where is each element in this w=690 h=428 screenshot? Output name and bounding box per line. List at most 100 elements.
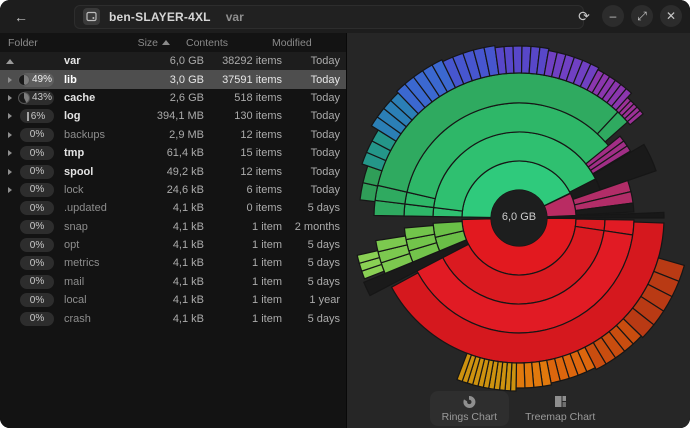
table-row[interactable]: 0%metrics4,1 kB1 item5 days (0, 254, 346, 272)
folder-contents: 0 items (204, 202, 282, 214)
ring-segment[interactable] (504, 46, 514, 73)
expand-icon[interactable] (8, 132, 12, 138)
folder-name[interactable]: snap (64, 221, 138, 233)
table-row[interactable]: 0%snap4,1 kB1 item2 months (0, 218, 346, 236)
window-controls: ⟳ – ⤢ ✕ (573, 5, 682, 27)
usage-bar-icon (27, 112, 29, 121)
table-row[interactable]: 0%mail4,1 kB1 item5 days (0, 273, 346, 291)
expand-icon[interactable] (8, 187, 12, 193)
folder-modified: Today (282, 166, 340, 178)
column-folder[interactable]: Folder (8, 37, 100, 49)
folder-name[interactable]: spool (64, 166, 138, 178)
table-row[interactable]: 0%crash4,1 kB1 item5 days (0, 309, 346, 327)
folder-size: 394,1 MB (138, 110, 204, 122)
folder-name[interactable]: backups (64, 129, 138, 141)
breadcrumb[interactable]: ben-SLAYER-4XL var (74, 5, 584, 29)
rings-chart-icon (461, 395, 477, 409)
folder-contents: 1 item (204, 239, 282, 251)
folder-size: 4,1 kB (138, 221, 204, 233)
expand-icon[interactable] (8, 113, 12, 119)
column-modified[interactable]: Modified (258, 37, 340, 49)
folder-contents: 1 item (204, 294, 282, 306)
restore-button[interactable]: ⤢ (631, 5, 653, 27)
usage-percent-value: 0% (30, 313, 44, 324)
usage-percent-cell: 0% (20, 293, 57, 307)
column-contents[interactable]: Contents (174, 37, 258, 49)
usage-pie-icon (18, 74, 30, 86)
ring-segment[interactable] (513, 46, 522, 73)
usage-percent-pill: 0% (20, 128, 54, 142)
sort-ascending-icon[interactable] (162, 40, 170, 45)
minimize-button[interactable]: – (602, 5, 624, 27)
expand-icon[interactable] (8, 169, 12, 175)
folder-size: 61,4 kB (138, 147, 204, 159)
treemap-chart-button[interactable]: Treemap Chart (513, 391, 607, 426)
folder-name[interactable]: lock (64, 184, 138, 196)
usage-percent-cell: 6% (20, 109, 57, 123)
refresh-button[interactable]: ⟳ (573, 5, 595, 27)
ring-segment[interactable] (524, 362, 534, 387)
folder-name[interactable]: metrics (64, 257, 138, 269)
folder-contents: 1 item (204, 313, 282, 325)
folder-name[interactable]: mail (64, 276, 138, 288)
usage-pie-icon (18, 92, 30, 104)
usage-percent-pill: 6% (20, 109, 54, 123)
usage-percent-cell: 49% (20, 73, 57, 87)
ring-segment[interactable] (516, 363, 525, 388)
back-button[interactable]: ← (8, 6, 34, 28)
folder-contents: 15 items (204, 147, 282, 159)
folder-name[interactable]: var (64, 55, 138, 67)
folder-size: 4,1 kB (138, 239, 204, 251)
table-row[interactable]: 0%spool49,2 kB12 itemsToday (0, 162, 346, 180)
folder-contents: 12 items (204, 129, 282, 141)
table-row[interactable]: 0%lock24,6 kB6 itemsToday (0, 181, 346, 199)
folder-name[interactable]: opt (64, 239, 138, 251)
column-size[interactable]: Size (100, 37, 158, 49)
folder-modified: 5 days (282, 276, 340, 288)
folder-size: 4,1 kB (138, 276, 204, 288)
expand-icon[interactable] (8, 95, 12, 101)
folder-modified: 2 months (282, 221, 340, 233)
usage-percent-value: 0% (30, 203, 44, 214)
folder-name[interactable]: tmp (64, 147, 138, 159)
folder-name[interactable]: local (64, 294, 138, 306)
folder-contents: 37591 items (204, 74, 282, 86)
expand-icon[interactable] (8, 77, 12, 83)
rings-chart[interactable] (347, 33, 690, 428)
table-row[interactable]: 6%log394,1 MB130 itemsToday (0, 107, 346, 125)
table-row[interactable]: var6,0 GB38292 itemsToday (0, 52, 346, 70)
usage-percent-cell: 0% (20, 220, 57, 234)
folder-name[interactable]: lib (64, 74, 138, 86)
back-icon: ← (14, 9, 28, 25)
folder-size: 4,1 kB (138, 294, 204, 306)
close-button[interactable]: ✕ (660, 5, 682, 27)
table-row[interactable]: 49%lib3,0 GB37591 itemsToday (0, 70, 346, 88)
refresh-icon: ⟳ (578, 8, 590, 25)
folder-modified: 5 days (282, 239, 340, 251)
folder-name[interactable]: log (64, 110, 138, 122)
folder-name[interactable]: crash (64, 313, 138, 325)
treemap-chart-icon (552, 395, 568, 409)
folder-contents: 6 items (204, 184, 282, 196)
collapse-icon[interactable] (6, 59, 14, 64)
table-row[interactable]: 0%tmp61,4 kB15 itemsToday (0, 144, 346, 162)
table-row[interactable]: 0% .updated4,1 kB0 items5 days (0, 199, 346, 217)
folder-name[interactable]: cache (64, 92, 138, 104)
table-row[interactable]: 0%opt4,1 kB1 item5 days (0, 236, 346, 254)
table-row[interactable]: 43%cache2,6 GB518 itemsToday (0, 89, 346, 107)
usage-percent-pill: 0% (20, 183, 54, 197)
folder-size: 2,9 MB (138, 129, 204, 141)
folder-modified: 5 days (282, 202, 340, 214)
table-row[interactable]: 0%backups2,9 MB12 itemsToday (0, 126, 346, 144)
rings-chart-button[interactable]: Rings Chart (430, 391, 509, 426)
usage-percent-pill: 0% (20, 312, 54, 326)
usage-percent-pill: 0% (20, 220, 54, 234)
folder-name[interactable]: .updated (64, 202, 138, 214)
folder-modified: 1 year (282, 294, 340, 306)
expand-icon[interactable] (8, 150, 12, 156)
folder-size: 4,1 kB (138, 202, 204, 214)
breadcrumb-path[interactable]: var (226, 10, 244, 24)
restore-icon: ⤢ (637, 9, 647, 24)
folder-contents: 1 item (204, 276, 282, 288)
table-row[interactable]: 0% local4,1 kB1 item1 year (0, 291, 346, 309)
